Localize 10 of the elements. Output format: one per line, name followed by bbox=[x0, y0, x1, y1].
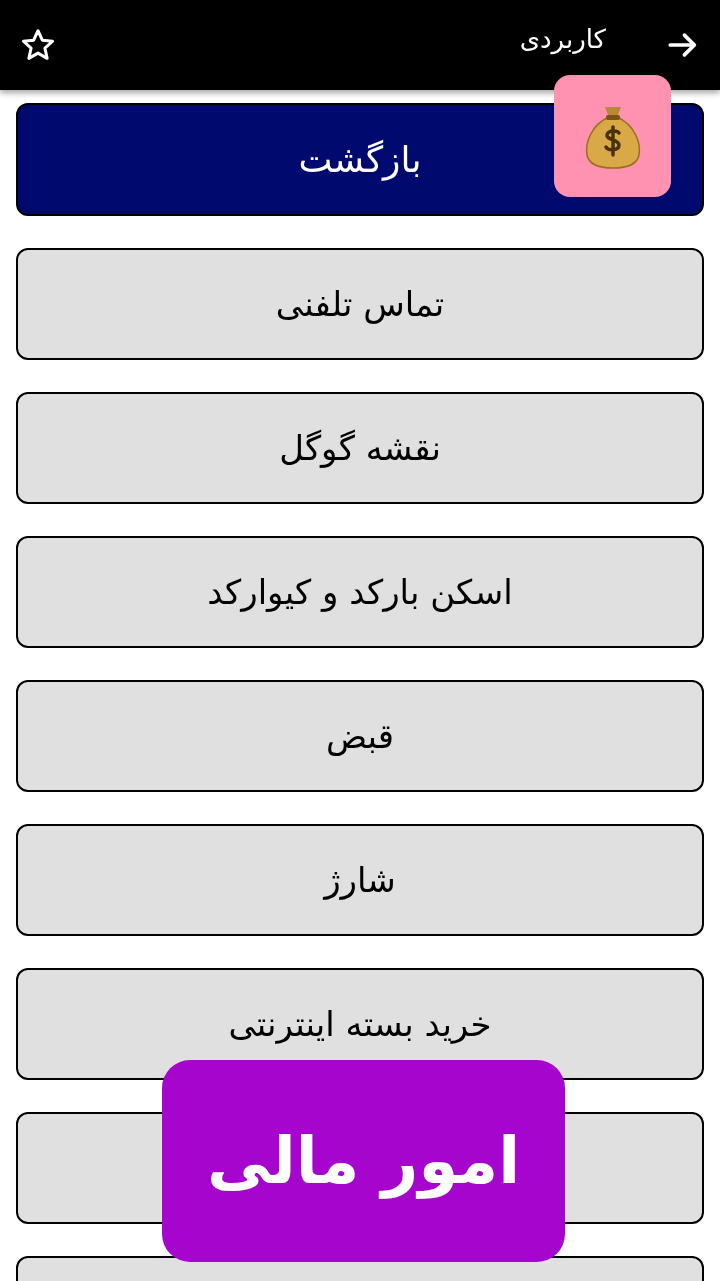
category-toast: امور مالی bbox=[162, 1060, 565, 1262]
money-bag-toast[interactable] bbox=[554, 75, 671, 197]
star-icon[interactable] bbox=[20, 27, 56, 63]
app-bar-title: کاربردی bbox=[519, 22, 606, 57]
menu-button[interactable]: تماس تلفنی bbox=[16, 248, 704, 360]
menu-button[interactable]: نقشه گوگل bbox=[16, 392, 704, 504]
menu-button[interactable]: قبض bbox=[16, 680, 704, 792]
menu-button[interactable]: شارژ bbox=[16, 824, 704, 936]
menu-button[interactable]: خرید بسته اینترنتی bbox=[16, 968, 704, 1080]
menu-button[interactable]: اسکن بارکد و کیوارکد bbox=[16, 536, 704, 648]
